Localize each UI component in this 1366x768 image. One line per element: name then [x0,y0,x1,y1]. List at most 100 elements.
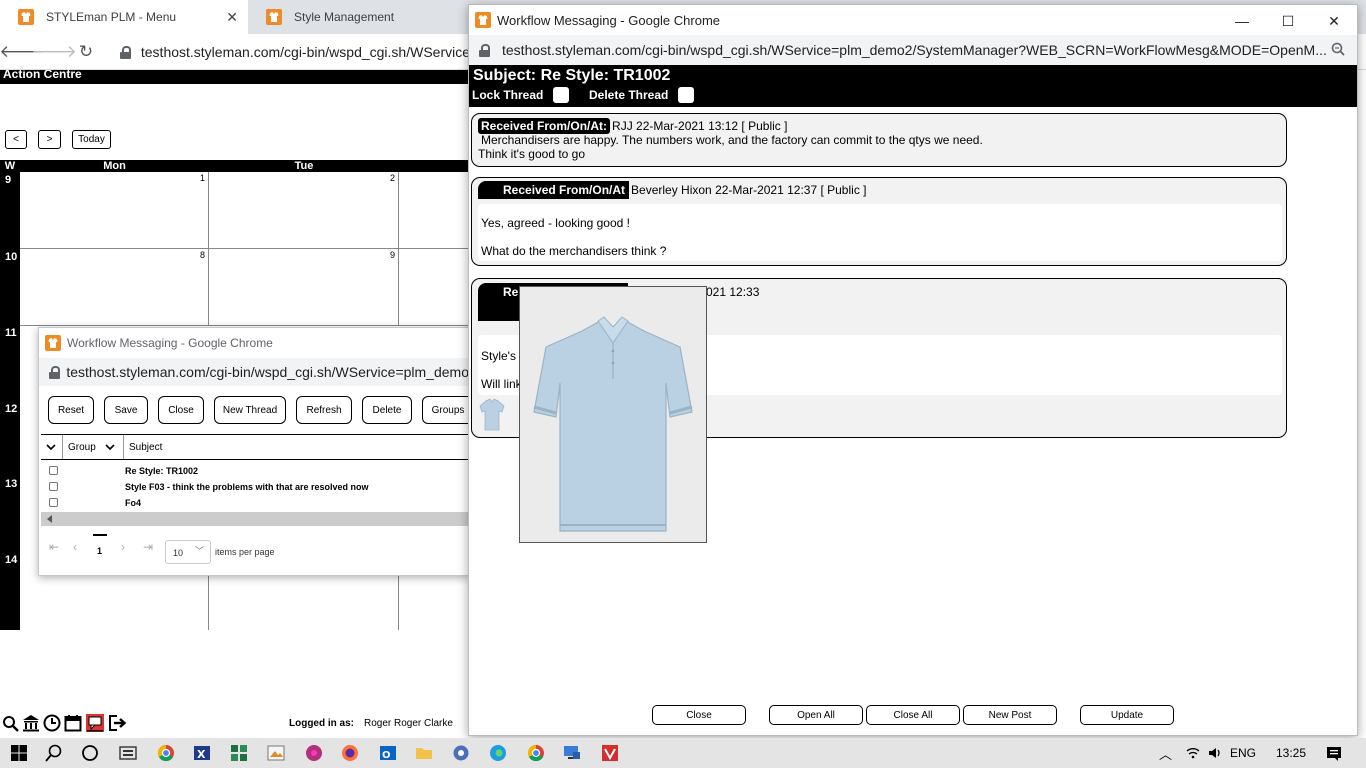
forward-arrow-icon[interactable]: 🡒 [31,41,77,63]
styleman-logo-icon [45,335,61,351]
calendar-today-button[interactable]: Today [72,130,111,149]
column-header-subject[interactable]: Subject [124,435,469,459]
calendar-day-cell[interactable]: 9 [209,249,399,326]
taskbar-clock[interactable]: 13:25 [1276,746,1306,760]
delete-thread-checkbox[interactable] [678,87,695,103]
remote-desktop-icon[interactable] [562,743,582,763]
row-checkbox[interactable] [49,482,58,491]
close-all-button[interactable]: Close All [866,705,960,725]
task-view-icon[interactable] [118,743,138,763]
styleman-logo-icon [18,9,34,25]
minimize-icon[interactable]: — [1232,11,1252,31]
update-button[interactable]: Update [1080,705,1174,725]
messages-icon[interactable] [86,714,104,732]
zoom-icon[interactable] [1331,42,1345,56]
close-button[interactable]: Close [652,705,746,725]
main-address-bar[interactable]: testhost.styleman.com/cgi-bin/wspd_cgi.s… [120,39,470,65]
tab-styleman-menu[interactable]: STYLEman PLM - Menu ✕ [0,0,248,34]
message-text: Yes, agreed - looking good ! [481,216,630,230]
select-all-chevron-icon[interactable] [41,435,63,459]
new-post-button[interactable]: New Post [963,705,1057,725]
table-row[interactable]: Style F03 - think the problems with that… [41,480,469,496]
calendar-day-cell[interactable]: 1 [20,172,209,249]
page-size-select[interactable]: 10 ﹀ [165,540,211,564]
thread-subject: Subject: Re Style: TR1002 [473,67,671,84]
clock-icon[interactable] [43,714,61,732]
open-all-button[interactable]: Open All [769,705,863,725]
row-checkbox[interactable] [49,466,58,475]
first-page-icon[interactable]: ⇤ [49,540,59,554]
big-window-address-bar[interactable]: testhost.styleman.com/cgi-bin/wspd_cgi.s… [469,35,1357,65]
calendar-day-cell[interactable]: 2 [209,172,399,249]
calendar-icon[interactable] [64,714,82,732]
message-meta: RJJ 22-Mar-2021 13:12 [ Public ] [612,119,788,133]
next-page-icon[interactable]: › [121,540,125,554]
wifi-icon[interactable] [1186,746,1200,760]
message-text: Merchandisers are happy. The numbers wor… [481,133,983,147]
close-button[interactable]: Close [158,396,204,424]
search-icon[interactable] [44,743,64,763]
pager: ⇤ ‹ 1 › ⇥ 10 ﹀ items per page [41,534,469,566]
day-header-mon: Mon [20,160,209,172]
calendar-day-cell[interactable] [399,249,470,326]
network-app-icon[interactable] [229,743,249,763]
chevron-down-icon[interactable] [105,443,115,451]
new-thread-button[interactable]: New Thread [214,396,286,424]
reload-icon[interactable]: ↻ [75,41,97,63]
file-explorer-icon[interactable] [414,743,434,763]
firefox-icon[interactable] [340,743,360,763]
calendar-day-cell[interactable] [399,172,470,249]
red-app-icon[interactable] [600,743,620,763]
lock-thread-checkbox[interactable] [553,87,570,103]
small-window-address-bar[interactable]: testhost.styleman.com/cgi-bin/wspd_cgi.s… [39,358,469,386]
table-row[interactable]: Re Style: TR1002 [41,464,469,480]
small-window-titlebar[interactable]: Workflow Messaging - Google Chrome [39,328,469,358]
outlook-icon[interactable]: O [378,743,398,763]
calendar-next-button[interactable]: > [38,130,61,149]
reset-button[interactable]: Reset [48,396,94,424]
big-window-titlebar[interactable]: Workflow Messaging - Google Chrome [469,5,1357,35]
message-meta: 021 12:33 [706,285,760,299]
calendar-day-cell[interactable]: 8 [20,249,209,326]
settings-app-icon[interactable] [451,743,471,763]
last-page-icon[interactable]: ⇥ [143,540,153,554]
volume-icon[interactable] [1208,746,1222,760]
tab-style-management[interactable]: Style Management [248,0,470,34]
cortana-icon[interactable] [80,743,100,763]
row-checkbox[interactable] [49,498,58,507]
chrome-active-icon[interactable] [526,743,546,763]
message-post[interactable]: Received From/On/At Beverley Hixon 22-Ma… [471,177,1287,266]
column-header-group[interactable]: Group [63,435,124,459]
calendar-prev-button[interactable]: < [5,130,27,149]
current-page[interactable]: 1 [97,546,102,556]
prev-page-icon[interactable]: ‹ [73,540,77,554]
groups-button[interactable]: Groups [422,396,469,424]
windows-start-icon[interactable] [9,743,29,763]
search-icon[interactable] [1,714,19,732]
building-icon[interactable] [22,714,40,732]
media-app-icon[interactable] [304,743,324,763]
horizontal-scrollbar[interactable] [41,512,469,526]
maximize-icon[interactable]: ☐ [1278,11,1298,31]
chevron-up-icon[interactable]: ︿ [1159,744,1172,763]
style-image-thumbnail[interactable] [478,397,506,433]
close-tab-icon[interactable]: ✕ [226,9,238,26]
system-tray: ︿ ENG 13:25 [1159,738,1366,768]
paint-app-icon[interactable] [266,743,286,763]
logout-icon[interactable] [108,714,126,732]
message-post[interactable]: Received From/On/At: RJJ 22-Mar-2021 13:… [471,113,1287,167]
back-arrow-icon[interactable]: 🡐 [0,41,45,63]
notifications-icon[interactable] [1326,745,1342,761]
action-centre-header: Action Centre [0,70,470,84]
row-subject: Re Style: TR1002 [125,466,199,476]
close-window-icon[interactable]: ✕ [1324,11,1344,31]
excel-app-icon[interactable]: X [192,743,212,763]
delete-button[interactable]: Delete [362,396,412,424]
chrome-icon[interactable] [156,743,176,763]
table-row[interactable]: Fo4 [41,496,469,512]
save-button[interactable]: Save [104,396,148,424]
workflow-messaging-list-window: Workflow Messaging - Google Chrome testh… [38,327,470,576]
language-indicator[interactable]: ENG [1230,746,1256,760]
refresh-button[interactable]: Refresh [296,396,352,424]
edge-icon[interactable] [488,743,508,763]
